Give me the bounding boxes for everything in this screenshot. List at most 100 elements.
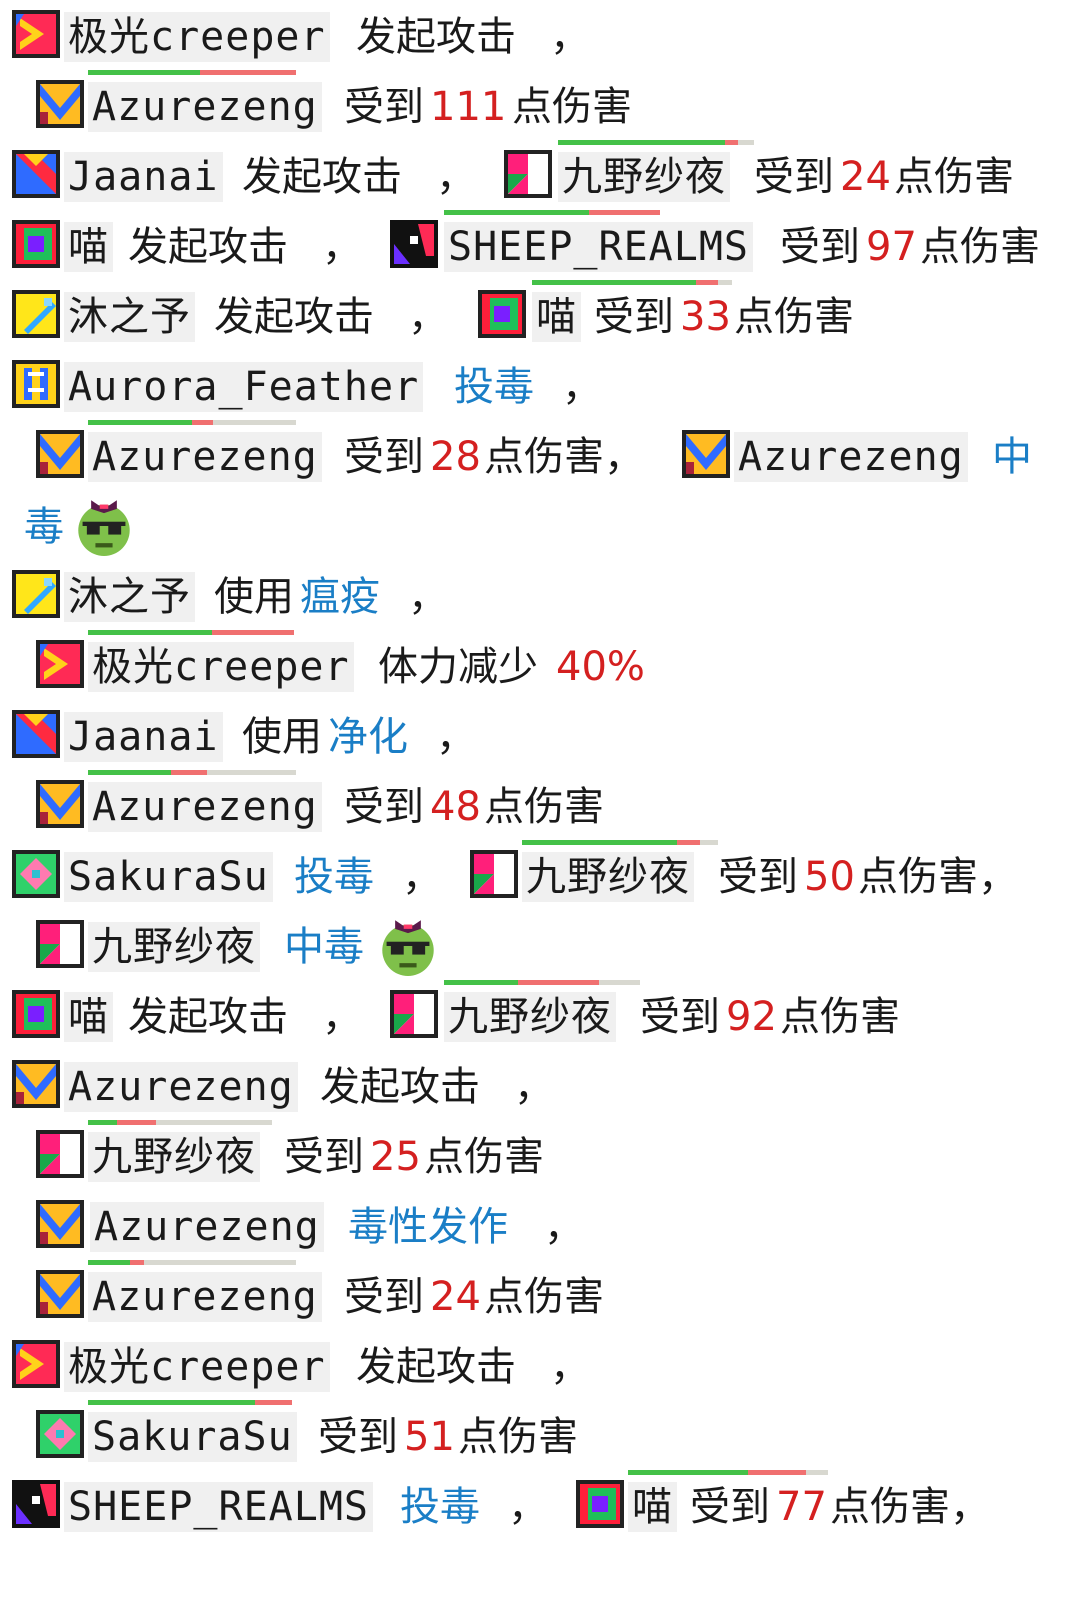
- poisoned-face-emoji-icon: [378, 916, 438, 976]
- player-name[interactable]: SHEEP_REALMS: [444, 222, 753, 272]
- azurezeng-avatar-icon[interactable]: [36, 80, 84, 128]
- log-line: SakuraSu 受到 51 点伤害: [0, 1400, 1080, 1470]
- azurezeng-avatar-icon[interactable]: [12, 1060, 60, 1108]
- separator: ，: [402, 854, 442, 900]
- aurora-creeper-avatar-icon[interactable]: [36, 640, 84, 688]
- separator: ，: [508, 1484, 548, 1530]
- damage-value: 51: [404, 1414, 455, 1460]
- aurora-creeper-avatar-icon[interactable]: [12, 10, 60, 58]
- player-name[interactable]: 极光creeper: [88, 642, 354, 692]
- player-name[interactable]: 九野纱夜: [522, 852, 694, 902]
- log-line: 喵 发起攻击 ， 九野纱夜 受到 92 点伤害: [0, 980, 1080, 1050]
- damage-suffix: 点伤害，: [858, 854, 1018, 900]
- sheep-realms-avatar-icon[interactable]: [12, 1480, 60, 1528]
- poisoned-face-emoji-icon: [74, 496, 134, 556]
- azurezeng-avatar-icon[interactable]: [682, 430, 730, 478]
- player-name[interactable]: Azurezeng: [88, 82, 322, 132]
- player-name[interactable]: 九野纱夜: [444, 992, 616, 1042]
- damage-value: 50: [804, 854, 855, 900]
- player-name[interactable]: Azurezeng: [734, 432, 968, 482]
- status-text: 毒: [24, 504, 64, 550]
- player-name[interactable]: 喵: [628, 1482, 677, 1532]
- player-name[interactable]: Azurezeng: [64, 1062, 298, 1112]
- player-name[interactable]: Azurezeng: [88, 782, 322, 832]
- separator: ，: [514, 1064, 554, 1110]
- player-name[interactable]: 喵: [64, 992, 113, 1042]
- sakurasu-avatar-icon[interactable]: [12, 850, 60, 898]
- action-text: 发起攻击: [356, 1344, 516, 1390]
- azurezeng-avatar-icon[interactable]: [36, 1200, 84, 1248]
- damage-value: 33: [680, 294, 731, 340]
- player-name[interactable]: Jaanai: [64, 712, 223, 762]
- hp-bar: [88, 630, 294, 635]
- jaanai-avatar-icon[interactable]: [12, 150, 60, 198]
- miao-avatar-icon[interactable]: [478, 290, 526, 338]
- kuno-sayo-avatar-icon[interactable]: [504, 150, 552, 198]
- player-name[interactable]: 喵: [64, 222, 113, 272]
- player-name[interactable]: 喵: [532, 292, 581, 342]
- player-name[interactable]: 沐之予: [64, 292, 195, 342]
- kuno-sayo-avatar-icon[interactable]: [36, 920, 84, 968]
- player-name[interactable]: Azurezeng: [88, 432, 322, 482]
- log-line: SakuraSu 投毒 ， 九野纱夜 受到 50 点伤害，: [0, 840, 1080, 910]
- muzhiyu-avatar-icon[interactable]: [12, 290, 60, 338]
- player-name[interactable]: SakuraSu: [64, 852, 273, 902]
- sakurasu-avatar-icon[interactable]: [36, 1410, 84, 1458]
- separator: ，: [550, 1344, 590, 1390]
- damage-suffix: 点伤害: [920, 224, 1040, 270]
- action-text: 发起攻击: [128, 224, 288, 270]
- log-line: 喵 发起攻击 ， SHEEP_REALMS 受到 97 点伤害: [0, 210, 1080, 280]
- player-name[interactable]: Jaanai: [64, 152, 223, 202]
- player-name[interactable]: 九野纱夜: [88, 922, 260, 972]
- player-name[interactable]: SakuraSu: [88, 1412, 297, 1462]
- separator: ，: [550, 14, 590, 60]
- player-name[interactable]: 极光creeper: [64, 12, 330, 62]
- damage-value: 92: [726, 994, 777, 1040]
- damage-value: 77: [776, 1484, 827, 1530]
- sheep-realms-avatar-icon[interactable]: [390, 220, 438, 268]
- azurezeng-avatar-icon[interactable]: [36, 780, 84, 828]
- player-name[interactable]: 极光creeper: [64, 1342, 330, 1392]
- hp-bar: [88, 1260, 296, 1265]
- action-text: 发起攻击: [242, 154, 402, 200]
- kuno-sayo-avatar-icon[interactable]: [470, 850, 518, 898]
- miao-avatar-icon[interactable]: [576, 1480, 624, 1528]
- miao-avatar-icon[interactable]: [12, 990, 60, 1038]
- player-name[interactable]: Azurezeng: [90, 1202, 324, 1252]
- aurora-creeper-avatar-icon[interactable]: [12, 1340, 60, 1388]
- action-text: 发起攻击: [320, 1064, 480, 1110]
- skill-text: 净化: [328, 714, 408, 760]
- kuno-sayo-avatar-icon[interactable]: [390, 990, 438, 1038]
- log-line: Azurezeng 受到 48 点伤害: [0, 770, 1080, 840]
- azurezeng-avatar-icon[interactable]: [36, 430, 84, 478]
- kuno-sayo-avatar-icon[interactable]: [36, 1130, 84, 1178]
- damage-prefix: 受到: [594, 294, 674, 340]
- damage-prefix: 受到: [640, 994, 720, 1040]
- player-name[interactable]: 九野纱夜: [88, 1132, 260, 1182]
- hp-bar: [88, 420, 296, 425]
- player-name[interactable]: Azurezeng: [88, 1272, 322, 1322]
- log-line: Jaanai 使用 净化 ，: [0, 700, 1080, 770]
- log-line: 极光creeper 发起攻击 ，: [0, 0, 1080, 70]
- log-line: Azurezeng 受到 111 点伤害: [0, 70, 1080, 140]
- damage-value: 24: [430, 1274, 481, 1320]
- separator: ，: [562, 364, 602, 410]
- muzhiyu-avatar-icon[interactable]: [12, 570, 60, 618]
- damage-suffix: 点伤害: [734, 294, 854, 340]
- player-name[interactable]: 沐之予: [64, 572, 195, 622]
- miao-avatar-icon[interactable]: [12, 220, 60, 268]
- skill-text: 毒性发作: [348, 1204, 508, 1250]
- azurezeng-avatar-icon[interactable]: [36, 1270, 84, 1318]
- aurora-feather-avatar-icon[interactable]: [12, 360, 60, 408]
- player-name[interactable]: Aurora_Feather: [64, 362, 424, 412]
- jaanai-avatar-icon[interactable]: [12, 710, 60, 758]
- log-line: 九野纱夜 受到 25 点伤害: [0, 1120, 1080, 1190]
- damage-prefix: 受到: [284, 1134, 364, 1180]
- damage-value: 24: [840, 154, 891, 200]
- log-line: 沐之予 发起攻击 ， 喵 受到 33 点伤害: [0, 280, 1080, 350]
- player-name[interactable]: SHEEP_REALMS: [64, 1482, 373, 1532]
- separator: ，: [322, 224, 362, 270]
- skill-text: 投毒: [454, 364, 534, 410]
- separator: ，: [436, 154, 476, 200]
- player-name[interactable]: 九野纱夜: [558, 152, 730, 202]
